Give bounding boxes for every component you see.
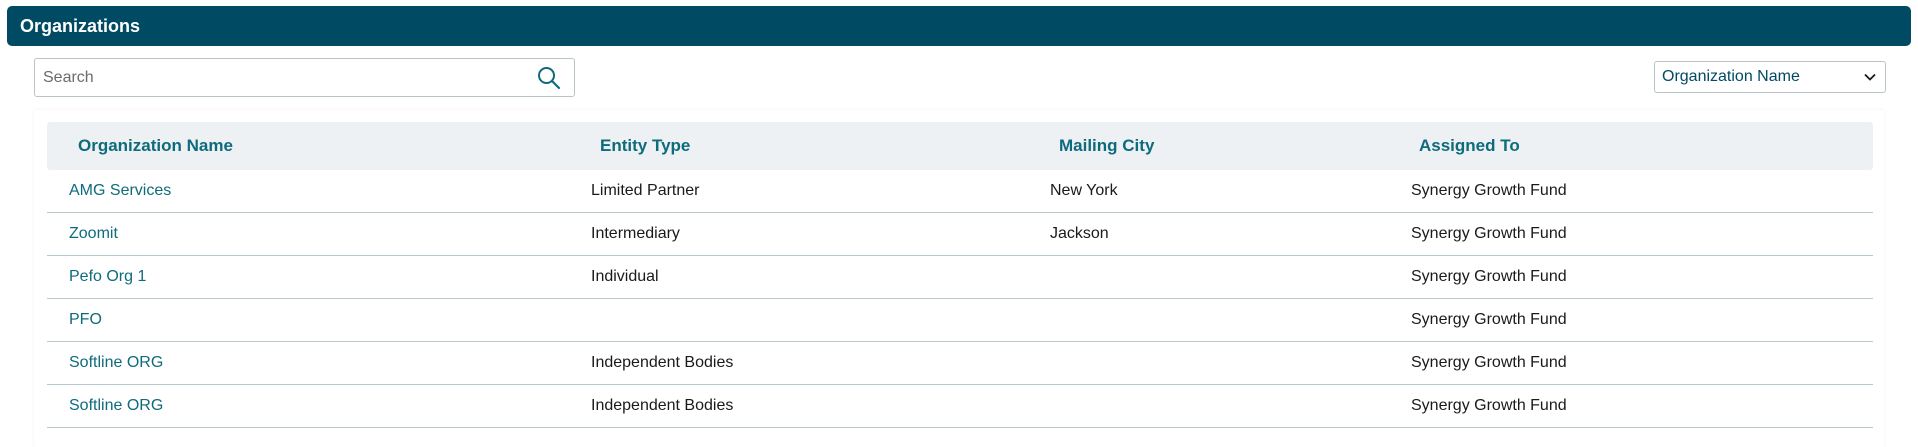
- organization-name-link[interactable]: Softline ORG: [69, 385, 163, 427]
- mailing-city-cell: Jackson: [1050, 225, 1109, 242]
- search-box[interactable]: [34, 58, 575, 97]
- organization-name-link[interactable]: Zoomit: [69, 213, 118, 255]
- entity-type-cell: Independent Bodies: [591, 354, 734, 371]
- table-header-row: Organization Name Entity Type Mailing Ci…: [47, 122, 1873, 170]
- organization-name-link[interactable]: AMG Services: [69, 170, 171, 212]
- mailing-city-cell: New York: [1050, 182, 1118, 199]
- chevron-down-icon: [1863, 70, 1877, 84]
- table-row[interactable]: Pefo Org 1 Individual Synergy Growth Fun…: [47, 256, 1873, 299]
- organization-name-link[interactable]: Softline ORG: [69, 342, 163, 384]
- column-header-assigned-to[interactable]: Assigned To: [1419, 122, 1520, 170]
- page-title: Organizations: [20, 15, 141, 36]
- table-row[interactable]: AMG Services Limited Partner New York Sy…: [47, 170, 1873, 213]
- assigned-to-cell: Synergy Growth Fund: [1411, 182, 1567, 199]
- organizations-table: Organization Name Entity Type Mailing Ci…: [34, 110, 1884, 447]
- search-input[interactable]: [35, 58, 536, 97]
- organization-name-link[interactable]: Pefo Org 1: [69, 256, 146, 298]
- assigned-to-cell: Synergy Growth Fund: [1411, 397, 1567, 414]
- table-row[interactable]: Softline ORG Independent Bodies Synergy …: [47, 385, 1873, 428]
- column-header-organization-name[interactable]: Organization Name: [78, 122, 233, 170]
- entity-type-cell: Individual: [591, 268, 659, 285]
- sort-select-value: Organization Name: [1662, 68, 1800, 85]
- column-header-mailing-city[interactable]: Mailing City: [1059, 122, 1154, 170]
- sort-select[interactable]: Organization Name: [1654, 61, 1886, 93]
- page-header: Organizations: [7, 6, 1911, 46]
- organization-name-link[interactable]: PFO: [69, 299, 102, 341]
- organizations-page: Organizations Organization Name Organiza…: [0, 0, 1918, 447]
- assigned-to-cell: Synergy Growth Fund: [1411, 311, 1567, 328]
- table-row[interactable]: Softline ORG Independent Bodies Synergy …: [47, 342, 1873, 385]
- assigned-to-cell: Synergy Growth Fund: [1411, 354, 1567, 371]
- table-row[interactable]: PFO Synergy Growth Fund: [47, 299, 1873, 342]
- column-header-entity-type[interactable]: Entity Type: [600, 122, 690, 170]
- table-row[interactable]: Zoomit Intermediary Jackson Synergy Grow…: [47, 213, 1873, 256]
- entity-type-cell: Limited Partner: [591, 182, 700, 199]
- entity-type-cell: Intermediary: [591, 225, 680, 242]
- assigned-to-cell: Synergy Growth Fund: [1411, 225, 1567, 242]
- search-icon[interactable]: [536, 65, 562, 91]
- assigned-to-cell: Synergy Growth Fund: [1411, 268, 1567, 285]
- entity-type-cell: Independent Bodies: [591, 397, 734, 414]
